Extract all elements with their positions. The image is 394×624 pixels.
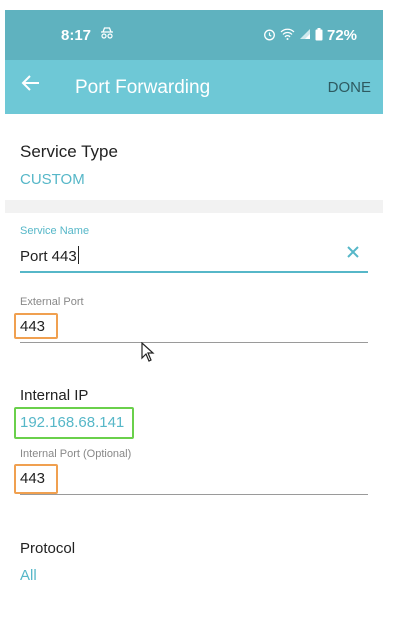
- app-bar: Port Forwarding DONE: [5, 60, 383, 114]
- protocol-value: All: [20, 567, 37, 584]
- alarm-icon: [263, 28, 276, 44]
- mouse-pointer-icon: [141, 342, 155, 362]
- external-port-underline: [20, 342, 368, 343]
- internal-ip-highlight: [14, 407, 134, 439]
- section-divider: [5, 200, 383, 213]
- service-name-label: Service Name: [20, 225, 90, 237]
- done-button[interactable]: DONE: [328, 79, 371, 96]
- close-icon[interactable]: [344, 243, 362, 263]
- protocol-label: Protocol: [20, 540, 76, 557]
- internal-port-underline: [20, 494, 368, 495]
- incognito-icon: [100, 27, 114, 42]
- internal-port-highlight: [14, 464, 58, 494]
- internal-ip-label: Internal IP: [20, 387, 89, 404]
- arrow-left-icon[interactable]: [21, 73, 45, 97]
- service-name-underline: [20, 271, 368, 273]
- text-cursor: [77, 246, 79, 264]
- status-bar: 8:17 72%: [5, 10, 383, 60]
- service-type-label: Service Type: [20, 142, 118, 161]
- service-type-value: CUSTOM: [20, 171, 85, 188]
- status-time: 8:17: [61, 27, 92, 44]
- status-icons: 72%: [263, 27, 357, 44]
- service-name-field[interactable]: Port 443: [20, 246, 79, 265]
- external-port-label: External Port: [20, 296, 84, 308]
- wifi-icon: [280, 28, 295, 43]
- service-name-value: Port 443: [20, 248, 77, 265]
- phone-screen: 8:17 72% Port Forwarding DONE Service Ty…: [5, 10, 383, 624]
- battery-percent: 72%: [327, 27, 358, 44]
- internal-port-label: Internal Port (Optional): [20, 448, 132, 460]
- signal-icon: [299, 28, 311, 43]
- page-title: Port Forwarding: [75, 77, 211, 98]
- battery-icon: [315, 27, 323, 44]
- external-port-highlight: [14, 313, 58, 339]
